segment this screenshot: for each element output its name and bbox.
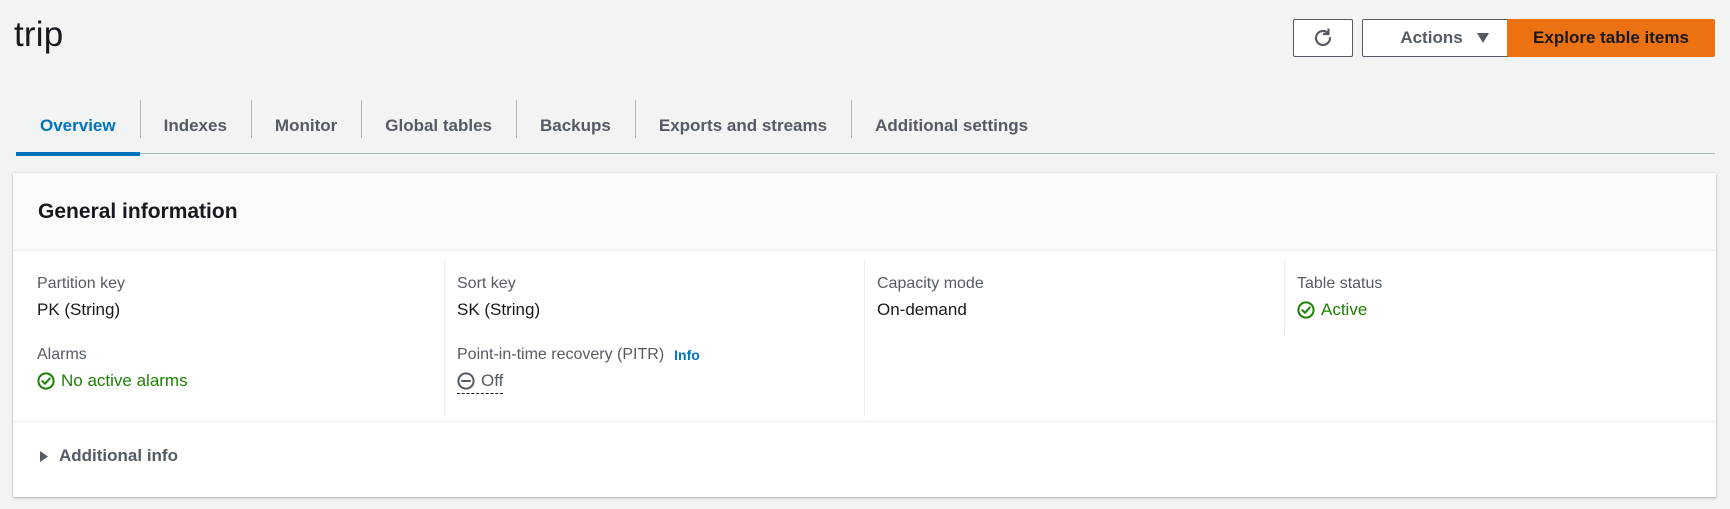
page-header: trip Actions Explore table items <box>0 0 1730 80</box>
tab-overview[interactable]: Overview <box>16 98 140 156</box>
tab-additional-settings[interactable]: Additional settings <box>851 98 1052 154</box>
tab-exports-and-streams[interactable]: Exports and streams <box>634 98 851 154</box>
tab-indexes[interactable]: Indexes <box>139 98 251 154</box>
sort-key-label: Sort key <box>457 275 516 292</box>
caret-down-icon <box>1476 33 1489 43</box>
column-2: Sort key SK (String) Point-in-time recov… <box>444 259 864 417</box>
alarms-label: Alarms <box>37 346 87 363</box>
check-circle-icon <box>37 372 55 390</box>
capacity-mode-value: On-demand <box>877 300 967 319</box>
refresh-icon <box>1314 28 1332 47</box>
caret-right-icon <box>40 450 48 462</box>
partition-key-label: Partition key <box>37 275 126 292</box>
additional-info-expander[interactable]: Additional info <box>13 422 1716 490</box>
sort-key-value: SK (String) <box>457 300 541 319</box>
pitr-label-row: Point-in-time recovery (PITR) Info <box>457 346 864 364</box>
general-information-panel: General information Partition key PK (St… <box>13 173 1716 497</box>
column-4: Table status Active <box>1284 259 1704 335</box>
pitr-label: Point-in-time recovery (PITR) <box>457 346 665 363</box>
tab-monitor[interactable]: Monitor <box>250 98 361 154</box>
tab-bar: Overview Indexes Monitor Global tables B… <box>16 98 1715 156</box>
pitr-value: Off <box>457 371 864 394</box>
minus-circle-icon <box>457 372 475 390</box>
partition-key-value: PK (String) <box>37 300 121 319</box>
pitr-status: Off <box>457 371 504 394</box>
additional-info-label: Additional info <box>59 446 178 465</box>
table-status-label: Table status <box>1297 275 1383 292</box>
details-grid: Partition key PK (String) Alarms No acti… <box>13 251 1716 422</box>
alarms-value: No active alarms <box>37 371 457 391</box>
table-status-value: Active <box>1297 300 1704 320</box>
tab-global-tables[interactable]: Global tables <box>361 98 516 154</box>
page-title: trip <box>14 15 64 54</box>
column-3: Capacity mode On-demand <box>864 259 1284 417</box>
panel-header: General information <box>13 173 1716 251</box>
refresh-button[interactable] <box>1293 19 1353 57</box>
tab-backups[interactable]: Backups <box>516 98 635 154</box>
actions-button-label: Actions <box>1400 28 1463 47</box>
explore-button-label: Explore table items <box>1533 28 1689 47</box>
column-1: Partition key PK (String) Alarms No acti… <box>25 259 457 417</box>
check-circle-icon <box>1297 301 1315 319</box>
panel-title: General information <box>38 199 238 223</box>
capacity-mode-label: Capacity mode <box>877 275 984 292</box>
pitr-info-link[interactable]: Info <box>674 347 700 363</box>
explore-table-items-button[interactable]: Explore table items <box>1507 19 1715 57</box>
actions-button[interactable]: Actions <box>1362 19 1528 57</box>
